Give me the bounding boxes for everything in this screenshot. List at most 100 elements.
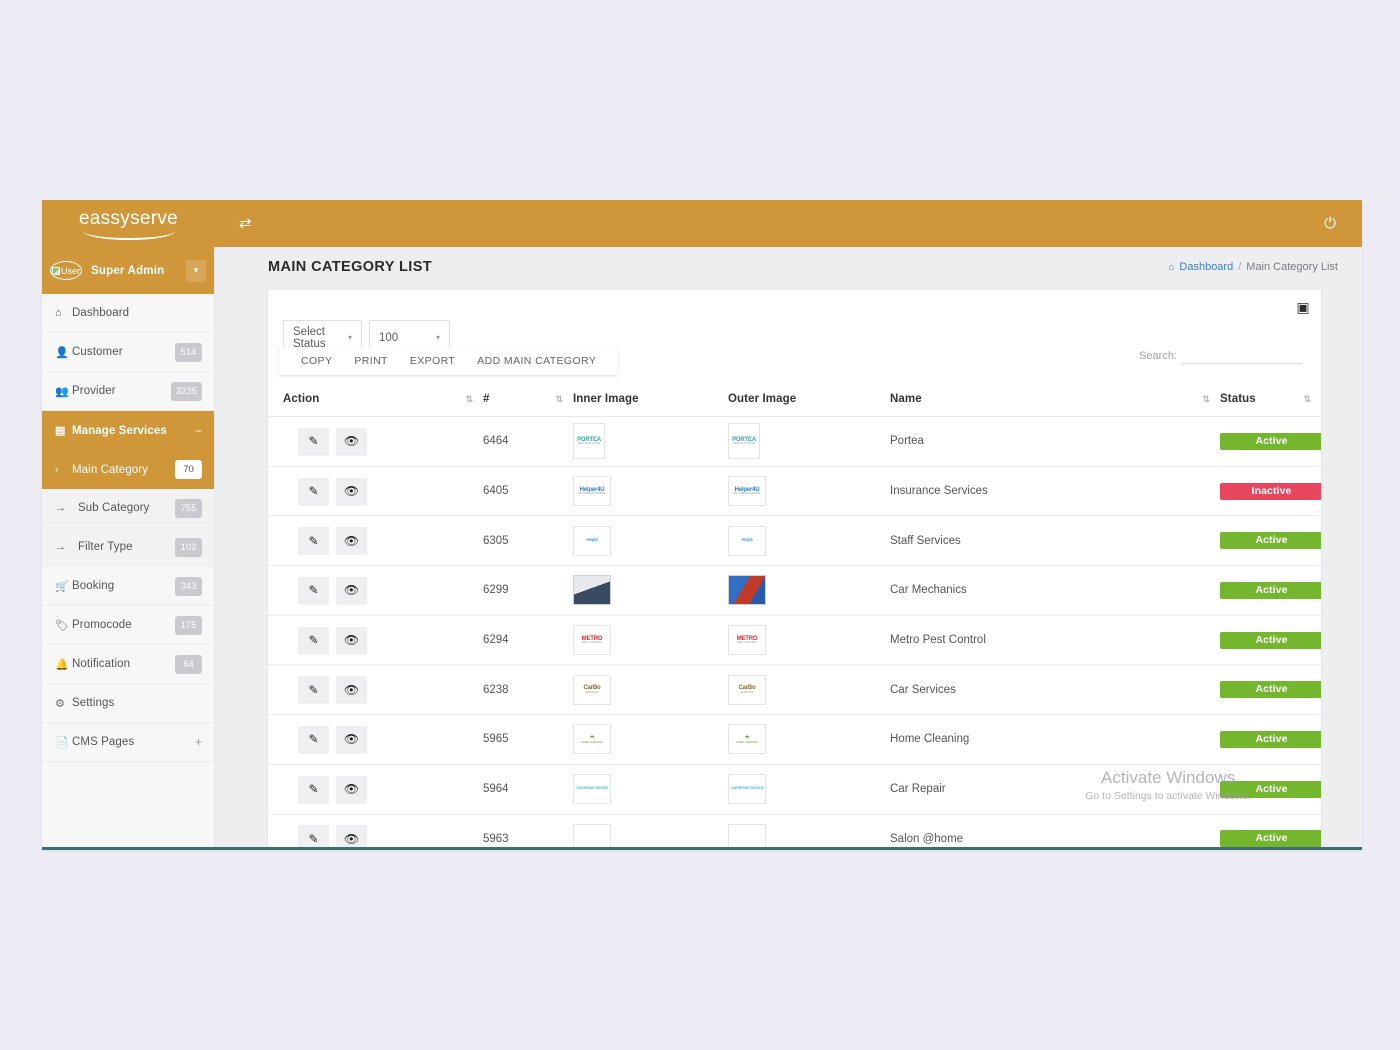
outer-image-thumbnail[interactable]: CAR REPAIR SERVICE [728,774,766,804]
profile-name: Super Admin [91,265,164,277]
sort-arrows-icon[interactable]: ⇅ [465,394,471,405]
logo-subtext: PEST CONTROL [582,642,603,645]
column-header-action[interactable]: Action⇅ [268,381,483,417]
sidebar-item-dashboard[interactable]: ⌂Dashboard [42,294,214,333]
column-header-label: Status [1220,393,1256,405]
expand-plus-icon[interactable]: + [195,735,202,749]
home-icon: ⌂ [1168,262,1174,273]
column-header-name[interactable]: Name⇅ [890,381,1220,417]
inner-image-thumbnail[interactable] [573,575,611,605]
power-icon[interactable]: ⏻ [1324,216,1336,231]
avatar: User [50,261,82,280]
edit-button[interactable]: ✎ [298,726,329,753]
search-input[interactable] [1181,345,1303,364]
inner-image-thumbnail[interactable]: Helper4UANYTIME ANYWHERE [573,476,611,506]
view-button[interactable]: 👁 [336,776,367,803]
app-logo[interactable]: eassyserve [42,208,215,240]
cell-outer-image: Helper4UANYTIME ANYWHERE [728,466,890,516]
column-header-[interactable]: #⇅ [483,381,573,417]
cell-action: ✎👁 [268,615,483,665]
edit-button[interactable]: ✎ [298,776,329,803]
sidebar-item-manage-services[interactable]: ▤Manage Services− [42,411,214,450]
sidebar-item-customer[interactable]: 👤Customer514 [42,333,214,372]
view-button[interactable]: 👁 [336,478,367,505]
sidebar-item-sub-category[interactable]: →Sub Category755 [42,489,214,528]
flag-comment-icon[interactable]: ▣ [1294,298,1312,316]
inner-image-thumbnail[interactable]: PORTEAHEALTH AT HOME [573,423,605,459]
view-button[interactable]: 👁 [336,428,367,455]
sidebar-item-count-badge: 175 [175,616,202,635]
logo-text: Hepl4 [587,537,598,542]
status-badge[interactable]: Active [1220,830,1321,847]
edit-button[interactable]: ✎ [298,676,329,703]
column-header-status[interactable]: Status ⇅ [1220,381,1321,417]
outer-image-thumbnail[interactable]: PORTEAHEALTH AT HOME [728,423,760,459]
status-badge[interactable]: Active [1220,731,1321,748]
sort-arrows-icon[interactable]: ⇅ [555,394,561,405]
sidebar-toggle-icon[interactable]: ⇄ [239,216,252,231]
outer-image-thumbnail[interactable] [728,575,766,605]
edit-button[interactable]: ✎ [298,478,329,505]
sidebar-item-provider[interactable]: 👥Provider3235 [42,372,214,411]
status-filter-value: Select Status [293,326,335,350]
edit-button[interactable]: ✎ [298,825,329,850]
inner-image-thumbnail[interactable]: Hepl4 [573,526,611,556]
sidebar-item-label: Main Category [72,464,175,476]
arrow-right-icon: › [55,464,72,476]
cell-inner-image: CarBoSERVICES [573,665,728,715]
cell-name: Car Repair [890,764,1220,814]
sidebar-item-booking[interactable]: 🛒Booking343 [42,567,214,606]
inner-image-thumbnail[interactable]: ◓HOME CLEANING [573,724,611,754]
profile-block[interactable]: User Super Admin ▾ [42,247,214,294]
cell-action: ✎👁 [268,715,483,765]
outer-image-thumbnail[interactable] [728,824,766,850]
outer-image-thumbnail[interactable]: ◓HOME CLEANING [728,724,766,754]
outer-image-thumbnail[interactable]: Hepl4 [728,526,766,556]
edit-button[interactable]: ✎ [298,627,329,654]
breadcrumb-current: Main Category List [1246,261,1338,273]
view-button[interactable]: 👁 [336,627,367,654]
table-button-print[interactable]: PRINT [343,355,399,367]
table-button-copy[interactable]: COPY [290,355,343,367]
edit-button[interactable]: ✎ [298,428,329,455]
view-button[interactable]: 👁 [336,577,367,604]
edit-button[interactable]: ✎ [298,577,329,604]
cell-id: 6299 [483,566,573,616]
sidebar-item-label: Sub Category [72,502,175,514]
status-badge[interactable]: Inactive [1220,483,1321,500]
view-button[interactable]: 👁 [336,676,367,703]
inner-image-thumbnail[interactable]: METROPEST CONTROL [573,625,611,655]
status-badge[interactable]: Active [1220,532,1321,549]
sidebar-item-promocode[interactable]: 🏷Promocode175 [42,606,214,645]
table-button-export[interactable]: EXPORT [399,355,466,367]
sort-arrows-icon[interactable]: ⇅ [1202,394,1208,405]
collapse-minus-icon[interactable]: − [195,424,202,438]
inner-image-thumbnail[interactable] [573,824,611,850]
inner-image-thumbnail[interactable]: CAR REPAIR SERVICE [573,774,611,804]
edit-button[interactable]: ✎ [298,527,329,554]
chevron-down-icon[interactable]: ▾ [186,260,206,282]
sidebar-item-notification[interactable]: 🔔Notification64 [42,645,214,684]
inner-image-thumbnail[interactable]: CarBoSERVICES [573,675,611,705]
sidebar: User Super Admin ▾ ⌂Dashboard👤Customer51… [42,247,215,850]
sidebar-item-cms-pages[interactable]: 📄CMS Pages+ [42,723,214,762]
status-badge[interactable]: Active [1220,681,1321,698]
view-button[interactable]: 👁 [336,527,367,554]
sort-arrows-icon[interactable]: ⇅ [1303,394,1309,405]
outer-image-thumbnail[interactable]: CarBoSERVICES [728,675,766,705]
table-button-add-main-category[interactable]: ADD MAIN CATEGORY [466,355,607,367]
status-badge[interactable]: Active [1220,582,1321,599]
view-button[interactable]: 👁 [336,825,367,850]
category-table-wrapper[interactable]: Action⇅#⇅Inner ImageOuter ImageName⇅Stat… [268,381,1321,850]
sidebar-item-main-category[interactable]: ›Main Category70 [42,450,214,489]
table-header-row: Action⇅#⇅Inner ImageOuter ImageName⇅Stat… [268,381,1321,417]
outer-image-thumbnail[interactable]: Helper4UANYTIME ANYWHERE [728,476,766,506]
view-button[interactable]: 👁 [336,726,367,753]
status-badge[interactable]: Active [1220,632,1321,649]
outer-image-thumbnail[interactable]: METROPEST CONTROL [728,625,766,655]
sidebar-item-settings[interactable]: ⚙Settings [42,684,214,723]
breadcrumb-link-dashboard[interactable]: Dashboard [1179,261,1233,273]
sidebar-item-filter-type[interactable]: →Filter Type102 [42,528,214,567]
status-badge[interactable]: Active [1220,433,1321,450]
status-badge[interactable]: Active [1220,781,1321,798]
